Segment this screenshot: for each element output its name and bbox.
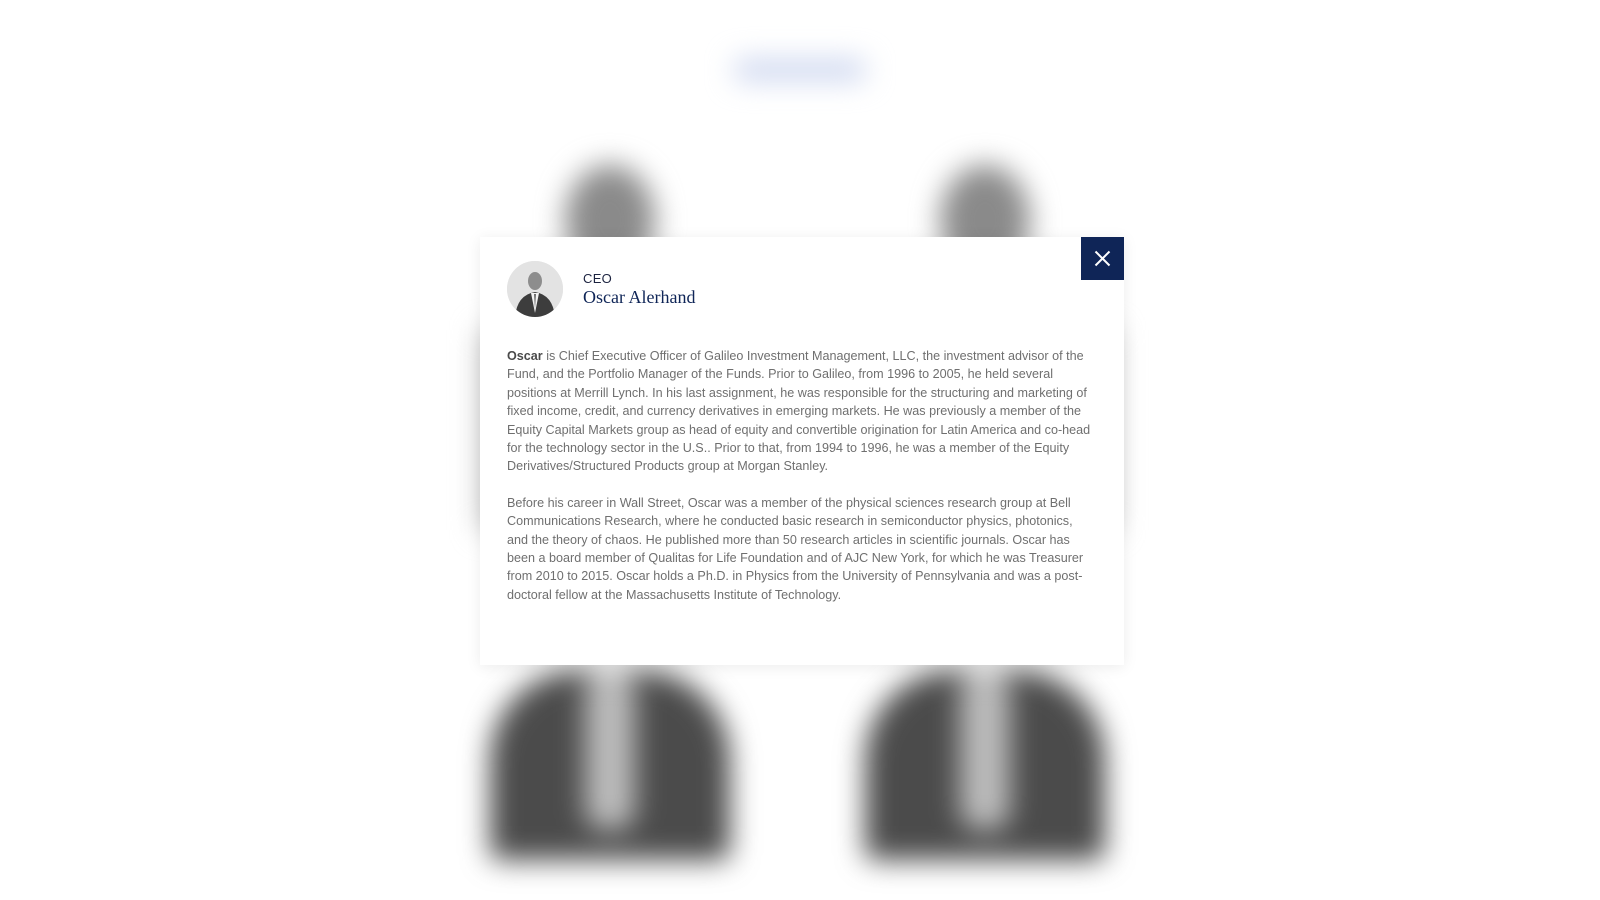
bio-modal: CEO Oscar Alerhand Oscar is Chief Execut… <box>480 237 1124 665</box>
background-heading <box>735 60 865 80</box>
bio-paragraph-1: Oscar is Chief Executive Officer of Gali… <box>507 347 1097 476</box>
person-portrait-icon <box>507 261 563 317</box>
person-name: Oscar Alerhand <box>583 286 696 307</box>
bio-text: Oscar is Chief Executive Officer of Gali… <box>507 347 1097 622</box>
close-button[interactable] <box>1081 237 1124 280</box>
close-icon <box>1094 250 1111 267</box>
bio-lead-name: Oscar <box>507 349 543 363</box>
bio-paragraph-1-text: is Chief Executive Officer of Galileo In… <box>507 349 1091 474</box>
avatar <box>507 261 563 317</box>
profile-header: CEO Oscar Alerhand <box>507 261 695 317</box>
page: CEO Oscar Alerhand Oscar is Chief Execut… <box>0 0 1600 900</box>
bio-paragraph-2: Before his career in Wall Street, Oscar … <box>507 495 1084 602</box>
role-label: CEO <box>583 270 613 286</box>
